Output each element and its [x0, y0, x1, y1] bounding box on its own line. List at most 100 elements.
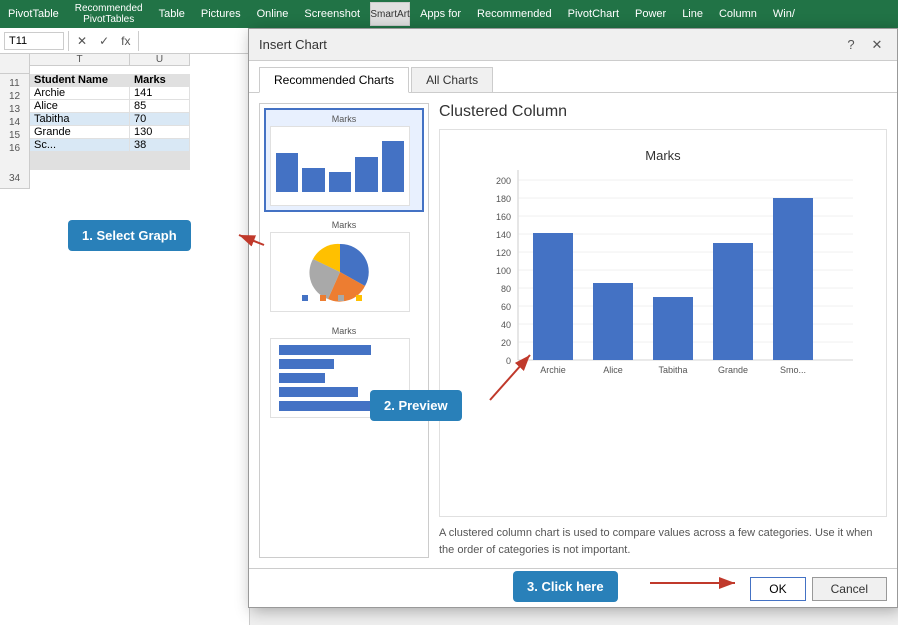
insert-function-icon[interactable]: fx	[117, 34, 134, 48]
mini-bars	[271, 127, 409, 192]
ribbon-apps-for[interactable]: Apps for	[412, 0, 469, 28]
chart-thumb-bar[interactable]: Marks	[264, 108, 424, 212]
svg-text:Alice: Alice	[603, 365, 623, 375]
ribbon-pictures[interactable]: Pictures	[193, 0, 249, 28]
ribbon: PivotTable RecommendedPivotTables Table …	[0, 0, 898, 28]
cell-u16[interactable]: 38	[130, 139, 190, 152]
dialog-titlebar: Insert Chart ? ✕	[249, 29, 897, 61]
ribbon-recommended[interactable]: Recommended	[469, 0, 560, 28]
svg-text:Tabitha: Tabitha	[658, 365, 687, 375]
mini-pie-svg	[300, 237, 380, 307]
chart-list: Marks Marks	[259, 103, 429, 558]
cell-t12[interactable]: Archie	[30, 87, 130, 100]
ribbon-line[interactable]: Line	[674, 0, 711, 28]
empty-rows: 17 18 19 20 21 22 23 24	[30, 152, 190, 170]
table-row: 12 Archie 141	[30, 87, 190, 100]
svg-text:0: 0	[506, 356, 511, 366]
mini-bar-chart	[270, 126, 410, 206]
chart-thumb-pie-title: Marks	[270, 220, 418, 230]
spreadsheet-cells: 11 Student Name Marks 12 Archie 141 13 A…	[30, 74, 190, 170]
svg-text:120: 120	[496, 248, 511, 258]
svg-text:160: 160	[496, 212, 511, 222]
svg-text:Smo...: Smo...	[780, 365, 806, 375]
svg-text:Marks: Marks	[645, 148, 681, 163]
cell-t14[interactable]: Tabitha	[30, 113, 130, 126]
help-button[interactable]: ?	[841, 35, 861, 55]
cell-t15[interactable]: Grande	[30, 126, 130, 139]
svg-text:80: 80	[501, 284, 511, 294]
spreadsheet: T U 11 Student Name Marks 12 Archie 141 …	[0, 54, 250, 625]
chart-thumb-bar-title: Marks	[270, 114, 418, 124]
cancel-formula-icon[interactable]: ✕	[73, 34, 91, 48]
table-row: 11 Student Name Marks	[30, 74, 190, 87]
mini-bar-1	[276, 153, 298, 192]
mini-bar-5	[382, 141, 404, 192]
cell-u11[interactable]: Marks	[130, 74, 190, 87]
table-row: 16 Sc... 38	[30, 139, 190, 152]
chart-preview-title: Clustered Column	[439, 103, 887, 121]
cancel-button[interactable]: Cancel	[812, 577, 887, 601]
ribbon-pivotchart[interactable]: PivotChart	[560, 0, 627, 28]
column-headers: T U	[30, 54, 190, 66]
mini-pie-container	[270, 232, 410, 312]
svg-text:60: 60	[501, 302, 511, 312]
col-header-u: U	[130, 54, 190, 66]
chart-thumb-pie[interactable]: Marks	[264, 214, 424, 318]
mini-bar-3	[329, 172, 351, 192]
corner-cell	[0, 54, 30, 74]
svg-text:140: 140	[496, 230, 511, 240]
svg-text:40: 40	[501, 320, 511, 330]
svg-text:200: 200	[496, 176, 511, 186]
cell-u34[interactable]	[130, 169, 190, 170]
ok-button[interactable]: OK	[750, 577, 805, 601]
ribbon-recommended-pivottables[interactable]: RecommendedPivotTables	[67, 0, 151, 28]
svg-text:20: 20	[501, 338, 511, 348]
cell-u15[interactable]: 130	[130, 126, 190, 139]
tab-all-charts[interactable]: All Charts	[411, 67, 493, 92]
svg-text:Grande: Grande	[718, 365, 748, 375]
formula-sep2	[138, 31, 139, 51]
mini-hbar-2	[279, 359, 334, 369]
insert-chart-dialog: Insert Chart ? ✕ Recommended Charts All …	[248, 28, 898, 608]
dialog-body: Marks Marks	[249, 93, 897, 568]
ribbon-win[interactable]: Win/	[765, 0, 803, 28]
cell-t16[interactable]: Sc...	[30, 139, 130, 152]
confirm-formula-icon[interactable]: ✓	[95, 34, 113, 48]
cell-t34[interactable]	[30, 169, 130, 170]
table-row: 14 Tabitha 70	[30, 113, 190, 126]
ribbon-screenshot[interactable]: Screenshot	[296, 0, 368, 28]
col-header-t: T	[30, 54, 130, 66]
chart-preview: Clustered Column Marks 0 20 40	[439, 103, 887, 558]
dialog-controls: ? ✕	[841, 35, 887, 55]
svg-text:180: 180	[496, 194, 511, 204]
cell-t11[interactable]: Student Name	[30, 74, 130, 87]
ribbon-column[interactable]: Column	[711, 0, 765, 28]
cell-reference-input[interactable]: T11	[4, 32, 64, 50]
cell-u13[interactable]: 85	[130, 100, 190, 113]
table-row: 34	[30, 169, 190, 170]
smartart-icon[interactable]: SmartArt	[370, 2, 410, 26]
tab-recommended-charts[interactable]: Recommended Charts	[259, 67, 409, 93]
dialog-title: Insert Chart	[259, 37, 327, 52]
mini-bar-2	[302, 168, 324, 192]
chart-description: A clustered column chart is used to comp…	[439, 525, 887, 558]
formula-separator	[68, 31, 69, 51]
ribbon-online[interactable]: Online	[249, 0, 297, 28]
mini-hbar-1	[279, 345, 371, 355]
table-row: 13 Alice 85	[30, 100, 190, 113]
svg-text:100: 100	[496, 266, 511, 276]
cell-u14[interactable]: 70	[130, 113, 190, 126]
chart-preview-area: Marks 0 20 40 60 80 100	[439, 129, 887, 517]
mini-bar-4	[355, 157, 377, 192]
svg-text:Archie: Archie	[540, 365, 566, 375]
cell-u12[interactable]: 141	[130, 87, 190, 100]
mini-hbar-4	[279, 387, 358, 397]
close-button[interactable]: ✕	[867, 35, 887, 55]
ribbon-pivottable[interactable]: PivotTable	[0, 0, 67, 28]
ribbon-power[interactable]: Power	[627, 0, 674, 28]
mini-hbar-3	[279, 373, 325, 383]
cell-t13[interactable]: Alice	[30, 100, 130, 113]
ribbon-table[interactable]: Table	[151, 0, 193, 28]
row-num-34: 34	[0, 169, 30, 189]
main-chart-svg: Marks 0 20 40 60 80 100	[450, 140, 876, 400]
